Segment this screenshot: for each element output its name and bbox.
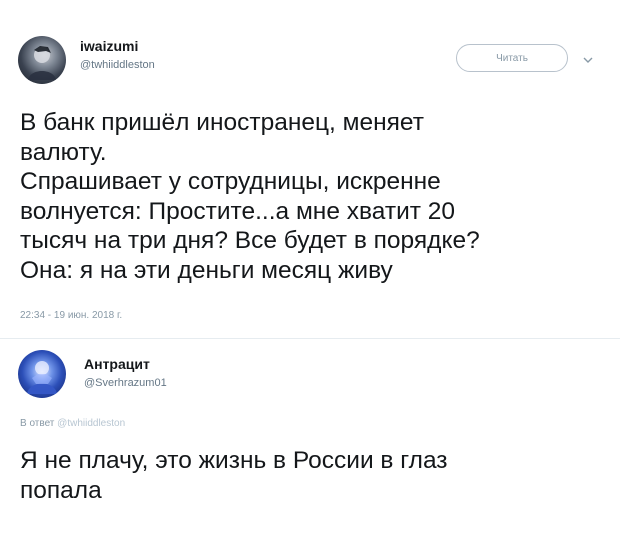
author-handle[interactable]: @Sverhrazum01 — [84, 377, 167, 389]
tweet-text: В банк пришёл иностранец, меняет валюту.… — [20, 108, 600, 285]
reply-prefix: В ответ — [20, 418, 55, 429]
author-handle[interactable]: @twhiiddleston — [80, 59, 155, 71]
tweet-timestamp[interactable]: 22:34 - 19 июн. 2018 г. — [20, 310, 122, 321]
tweet-text-line: валюту. — [20, 138, 107, 166]
tweet-text-line: Она: я на эти деньги месяц живу — [20, 256, 393, 284]
tweet-text: Я не плачу, это жизнь в России в глаз по… — [20, 446, 600, 505]
user-avatar-icon — [28, 46, 56, 80]
tweet-text-line: тысяч на три дня? Все будет в порядке? — [20, 227, 480, 254]
tweet-text-line: В банк пришёл иностранец, меняет — [20, 109, 424, 136]
chevron-down-icon[interactable] — [582, 52, 594, 63]
tweet-text-line: волнуется: Простите...а мне хватит 20 — [20, 197, 456, 225]
author-name[interactable]: Антрацит — [84, 356, 150, 372]
tweet-text-line: Я не плачу, это жизнь в России в глаз — [20, 447, 448, 474]
tweet-text-line: попала — [20, 476, 102, 504]
author-avatar[interactable] — [18, 36, 66, 84]
tweet-original: iwaizumi @twhiiddleston Читать В банк пр… — [0, 0, 620, 338]
reply-context: В ответ @twhiiddleston — [20, 418, 125, 429]
follow-button[interactable]: Читать — [456, 44, 568, 72]
tweet-text-line: Спрашивает у сотрудницы, искренне — [20, 168, 441, 195]
author-avatar[interactable] — [18, 350, 66, 398]
user-avatar-icon — [27, 361, 57, 394]
author-name[interactable]: iwaizumi — [80, 38, 138, 54]
reply-to-handle[interactable]: @twhiiddleston — [57, 418, 125, 429]
